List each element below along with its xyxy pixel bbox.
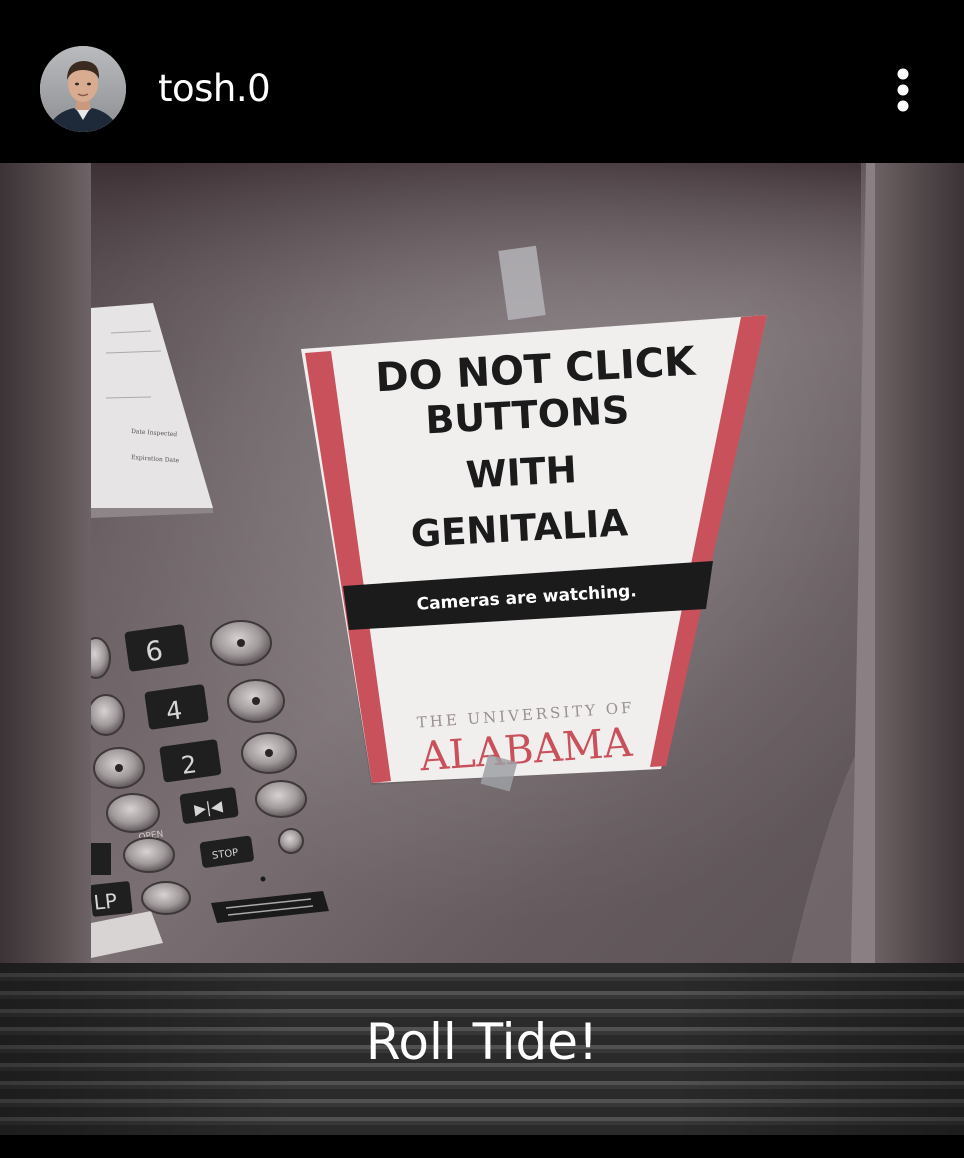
username[interactable]: tosh.0 bbox=[158, 66, 271, 112]
post-header: tosh.0 bbox=[0, 0, 964, 163]
caption-area: Roll Tide! bbox=[0, 963, 964, 1135]
post-photo: Date Inspected Expiration Date DO NOT CL… bbox=[91, 163, 875, 963]
avatar-image bbox=[40, 46, 126, 132]
profile-avatar[interactable] bbox=[40, 46, 126, 132]
bottom-bar bbox=[0, 1135, 964, 1158]
post-caption: Roll Tide! bbox=[365, 1013, 599, 1071]
sign-line-3: WITH bbox=[465, 448, 578, 497]
more-options-button[interactable] bbox=[884, 62, 922, 120]
help-label: LP bbox=[93, 888, 119, 914]
more-vertical-icon bbox=[897, 68, 909, 112]
story-media-area: Date Inspected Expiration Date DO NOT CL… bbox=[0, 163, 964, 963]
